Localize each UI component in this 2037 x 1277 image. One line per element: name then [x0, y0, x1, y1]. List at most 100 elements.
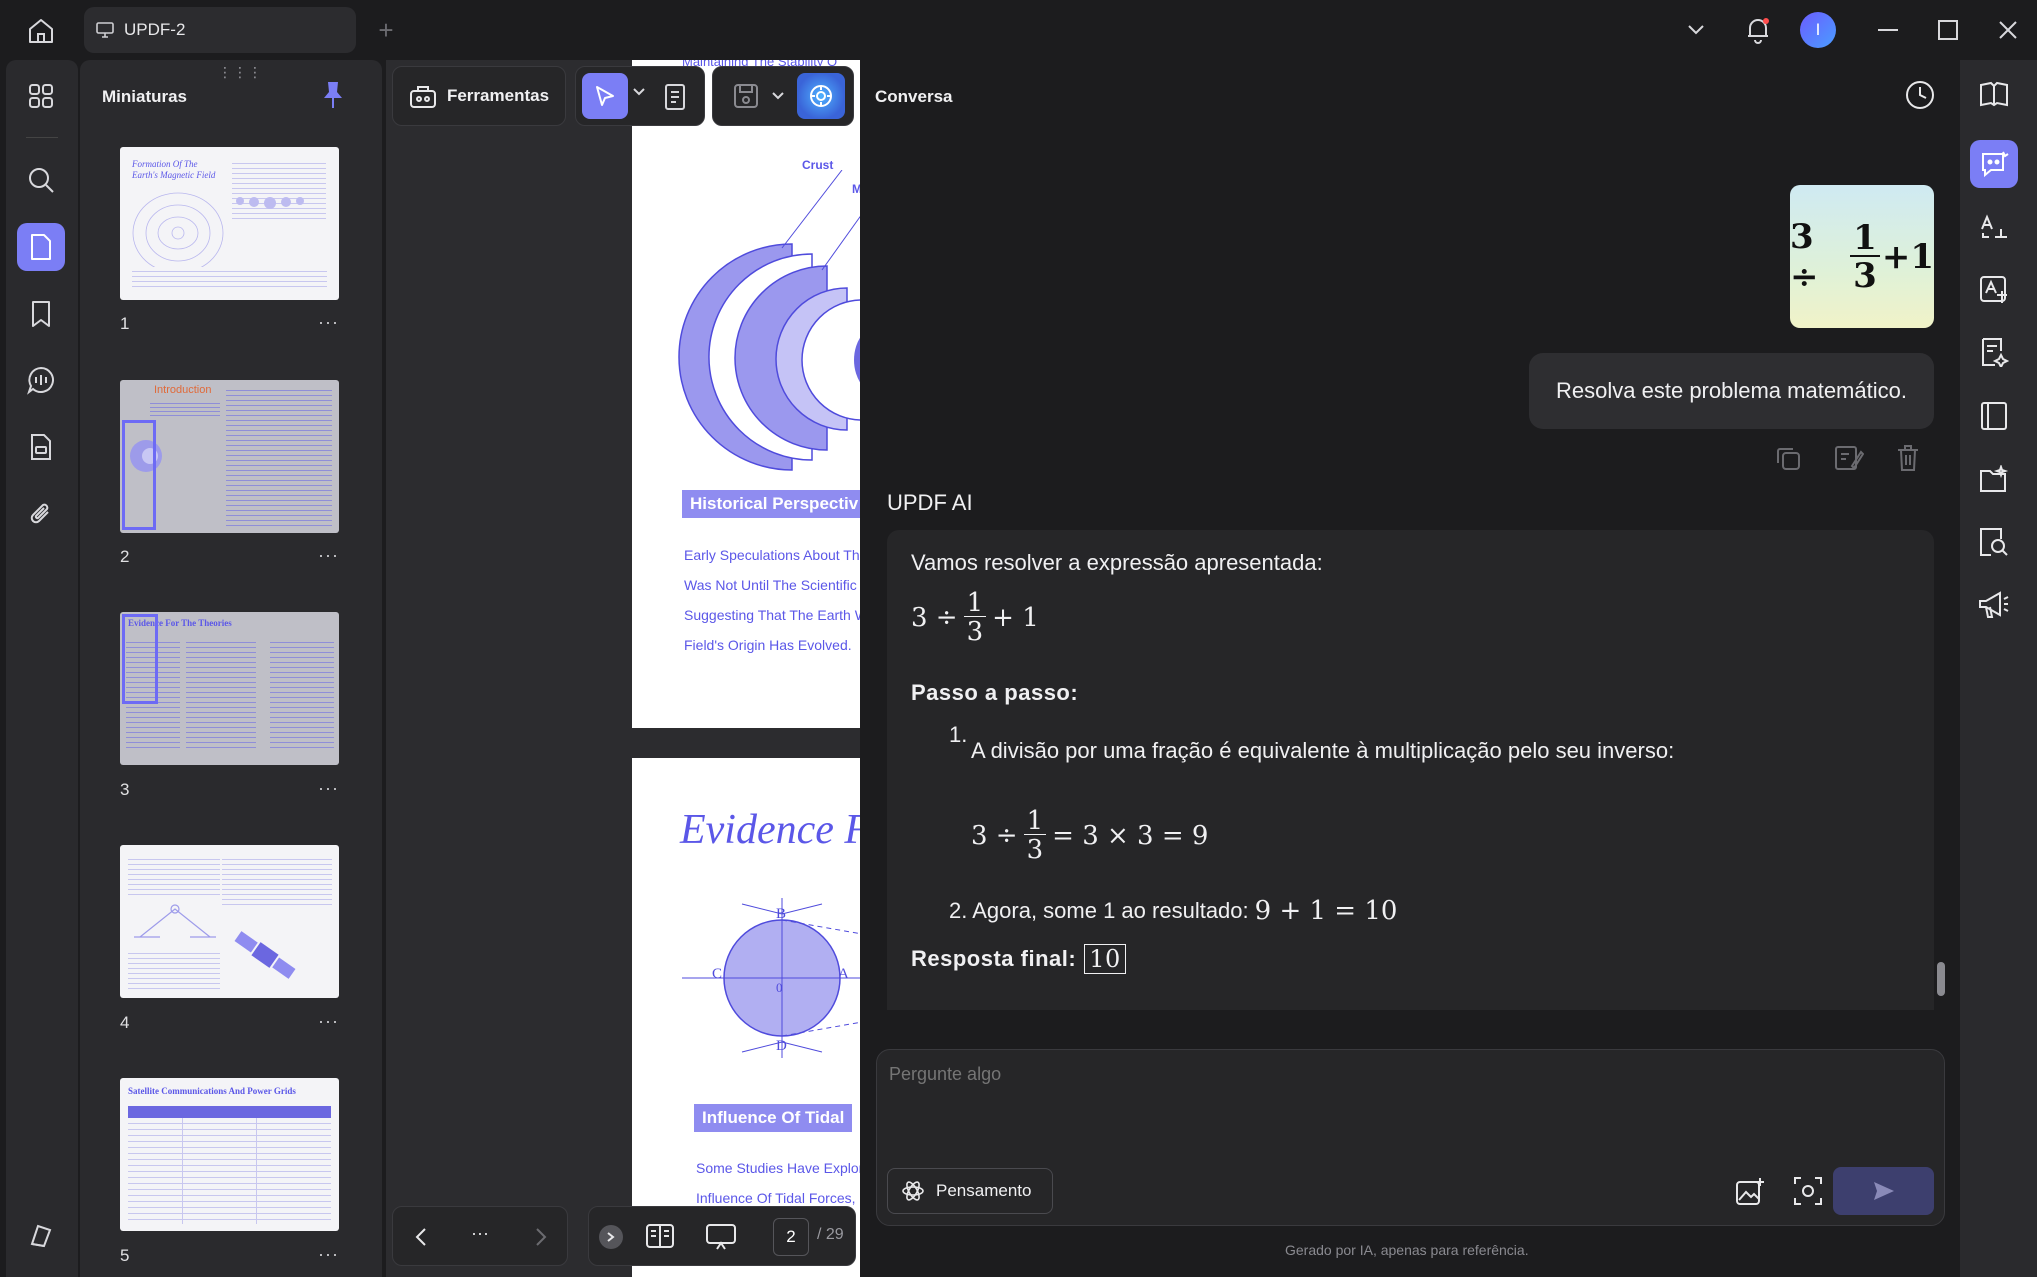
- page-thumbnails-icon[interactable]: [17, 223, 65, 271]
- image-expression: 3 ÷ 1 3 +1: [1790, 217, 1934, 297]
- theme-layers-icon[interactable]: [17, 1211, 65, 1259]
- copy-icon[interactable]: [1771, 441, 1805, 475]
- thumbnail-more-button[interactable]: ···: [318, 1244, 339, 1265]
- atom-icon: [902, 1180, 924, 1202]
- delete-icon[interactable]: [1891, 441, 1925, 475]
- chat-scrollbar[interactable]: [1937, 962, 1945, 996]
- notification-bell-icon[interactable]: [1738, 10, 1778, 50]
- document-page-3: Evidence F B C D A 0 Influence Of Tidal …: [632, 758, 860, 1277]
- save-icon[interactable]: [733, 83, 759, 109]
- tools-label: Ferramentas: [446, 86, 550, 105]
- document-tab[interactable]: UPDF-2: [84, 7, 356, 53]
- send-button[interactable]: [1833, 1167, 1934, 1215]
- minimize-button[interactable]: [1868, 10, 1908, 50]
- expr-fraction: 1 3: [963, 588, 987, 645]
- comments-icon[interactable]: [17, 356, 65, 404]
- updf-ai-icon[interactable]: [797, 73, 845, 119]
- toolbox-icon: [409, 83, 437, 109]
- thumbnail-page-4[interactable]: [120, 845, 339, 998]
- image-fraction: 1 3: [1850, 221, 1880, 293]
- image-upload-icon[interactable]: [1735, 1176, 1765, 1206]
- edit-icon[interactable]: [1832, 441, 1866, 475]
- thumbnail-heading: Formation Of The Earth's Magnetic Field: [132, 159, 216, 180]
- expand-arrow-icon[interactable]: [599, 1225, 623, 1249]
- translate-icon[interactable]: [1970, 203, 2018, 251]
- ai-disclaimer: Gerado por IA, apenas para referência.: [1285, 1242, 1529, 1258]
- more-pages-button[interactable]: ···: [471, 1223, 489, 1244]
- thumbnail-page-number: 1: [120, 314, 130, 333]
- selection-tool-group: [575, 66, 705, 126]
- uploaded-math-image[interactable]: 3 ÷ 1 3 +1: [1790, 185, 1934, 328]
- document-page-2: Maintaining The Stability O Crust M Hist…: [632, 60, 860, 728]
- diagram-label: A: [838, 966, 849, 982]
- thumbnail-page-3[interactable]: Evidence For The Theories: [120, 612, 339, 765]
- tools-button[interactable]: Ferramentas: [392, 66, 566, 126]
- bookmark-icon[interactable]: [17, 290, 65, 338]
- thumbnail-more-button[interactable]: ···: [318, 778, 339, 799]
- panel-drag-handle[interactable]: ⋮⋮⋮: [218, 64, 263, 81]
- chevron-down-icon[interactable]: [771, 91, 785, 101]
- promote-megaphone-icon[interactable]: [1970, 580, 2018, 628]
- thumbnail-more-button[interactable]: ···: [318, 312, 339, 333]
- cursor-select-icon[interactable]: [582, 73, 628, 119]
- thumbnail-page-number: 5: [120, 1246, 130, 1265]
- thumbnail-page-2[interactable]: Introduction: [120, 380, 339, 533]
- text-edit-icon[interactable]: [664, 83, 686, 111]
- final-answer-label: Resposta final:: [911, 946, 1077, 971]
- expr-numerator: 1: [966, 588, 984, 618]
- history-clock-icon[interactable]: [1904, 79, 1940, 115]
- maximize-button[interactable]: [1928, 10, 1968, 50]
- new-tab-button[interactable]: +: [372, 16, 400, 44]
- ocr-text-icon[interactable]: [1970, 266, 2018, 314]
- final-answer: Resposta final: 10: [911, 944, 1126, 974]
- reader-mode-icon[interactable]: [1970, 70, 2018, 118]
- chat-title: Conversa: [875, 87, 953, 106]
- page-text-line: Field's Origin Has Evolved.: [684, 637, 852, 653]
- thumbnail-more-button[interactable]: ···: [318, 1011, 339, 1032]
- step1-fraction: 1 3: [1023, 808, 1047, 863]
- form-fields-icon[interactable]: [17, 423, 65, 471]
- thumbnail-heading: Introduction: [154, 384, 212, 396]
- step1-lhs: 3 ÷: [971, 820, 1018, 851]
- ai-summary-icon[interactable]: [1970, 328, 2018, 376]
- diagram-label: B: [776, 906, 787, 922]
- page-text-line: Early Speculations About Th: [684, 547, 860, 563]
- next-page-icon[interactable]: [535, 1227, 547, 1247]
- selection-highlight: [122, 420, 156, 530]
- current-page-input[interactable]: 2: [773, 1218, 809, 1256]
- chevron-down-icon[interactable]: [632, 87, 646, 97]
- image-expr-lhs: 3 ÷: [1790, 216, 1819, 297]
- search-document-icon[interactable]: [1970, 518, 2018, 566]
- batch-folder-icon[interactable]: [1970, 455, 2018, 503]
- presentation-icon[interactable]: [705, 1223, 737, 1251]
- chevron-down-icon[interactable]: [1676, 10, 1716, 50]
- page-text-line: Suggesting That The Earth W: [684, 607, 860, 623]
- total-pages: / 29: [817, 1226, 844, 1243]
- thumbnail-page-1[interactable]: Formation Of The Earth's Magnetic Field: [120, 147, 339, 300]
- apps-grid-icon[interactable]: [17, 72, 65, 120]
- right-tool-rail: [1960, 60, 2037, 1277]
- pin-icon[interactable]: [320, 80, 350, 114]
- thumbnails-panel: ⋮⋮⋮ Miniaturas Formation Of The Earth's …: [80, 60, 382, 1277]
- previous-page-icon[interactable]: [415, 1227, 427, 1247]
- user-avatar[interactable]: I: [1796, 10, 1840, 50]
- thumbnail-page-5[interactable]: Satellite Communications And Power Grids: [120, 1078, 339, 1231]
- screenshot-camera-icon[interactable]: [1793, 1176, 1823, 1206]
- image-fraction-numerator: 1: [1853, 217, 1877, 258]
- page-organize-icon[interactable]: [1970, 392, 2018, 440]
- thinking-toggle[interactable]: Pensamento: [887, 1168, 1053, 1214]
- close-button[interactable]: [1988, 10, 2028, 50]
- step-1-text: A divisão por uma fração é equivalente à…: [971, 738, 1675, 763]
- ai-assistant-icon[interactable]: [1970, 140, 2018, 188]
- step1-denominator: 3: [1023, 834, 1047, 863]
- chat-input[interactable]: [889, 1064, 1789, 1085]
- thumbnail-more-button[interactable]: ···: [318, 545, 339, 566]
- force-diagram: [682, 898, 860, 1058]
- diagram-label: 0: [776, 980, 783, 995]
- thumbnails-title: Miniaturas: [102, 87, 188, 106]
- search-icon[interactable]: [17, 156, 65, 204]
- attachment-icon[interactable]: [17, 490, 65, 538]
- home-icon[interactable]: [22, 12, 60, 50]
- chat-input-area: Pensamento: [876, 1049, 1945, 1226]
- page-layout-icon[interactable]: [645, 1223, 675, 1249]
